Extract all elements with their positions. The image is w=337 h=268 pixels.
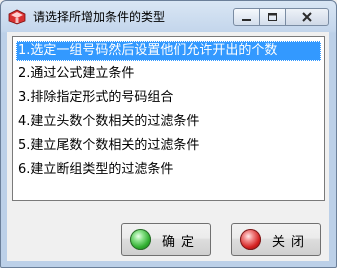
list-item[interactable]: 6.建立断组类型的过滤条件 [16, 160, 321, 180]
confirm-button[interactable]: 确定 [121, 223, 211, 256]
minimize-button[interactable] [233, 8, 260, 26]
window-title: 请选择所增加条件的类型 [33, 10, 166, 24]
list-item[interactable]: 1.选定一组号码然后设置他们允许开出的个数 [16, 41, 321, 61]
condition-type-list[interactable]: 1.选定一组号码然后设置他们允许开出的个数 2.通过公式建立条件 3.排除指定形… [12, 36, 325, 201]
close-dialog-button[interactable]: 关闭 [231, 223, 321, 256]
dialog-body: 1.选定一组号码然后设置他们允许开出的个数 2.通过公式建立条件 3.排除指定形… [7, 32, 329, 261]
dialog-window: 请选择所增加条件的类型 1.选定一组号码然后设置他们允许开出的个数 2.通过公式… [0, 0, 337, 268]
list-item[interactable]: 2.通过公式建立条件 [16, 64, 321, 84]
title-bar[interactable]: 请选择所增加条件的类型 [1, 1, 336, 31]
list-item[interactable]: 4.建立头数个数相关的过滤条件 [16, 112, 321, 132]
minimize-icon [242, 19, 251, 21]
close-icon [302, 12, 312, 22]
close-button[interactable] [285, 8, 329, 26]
green-orb-icon [130, 229, 151, 250]
close-button-label: 关闭 [272, 235, 311, 250]
maximize-icon [268, 13, 277, 21]
maximize-button[interactable] [259, 8, 286, 26]
list-item[interactable]: 3.排除指定形式的号码组合 [16, 88, 321, 108]
list-item[interactable]: 5.建立尾数个数相关的过滤条件 [16, 136, 321, 156]
app-icon [8, 9, 26, 25]
red-orb-icon [240, 229, 261, 250]
confirm-button-label: 确定 [162, 235, 201, 250]
